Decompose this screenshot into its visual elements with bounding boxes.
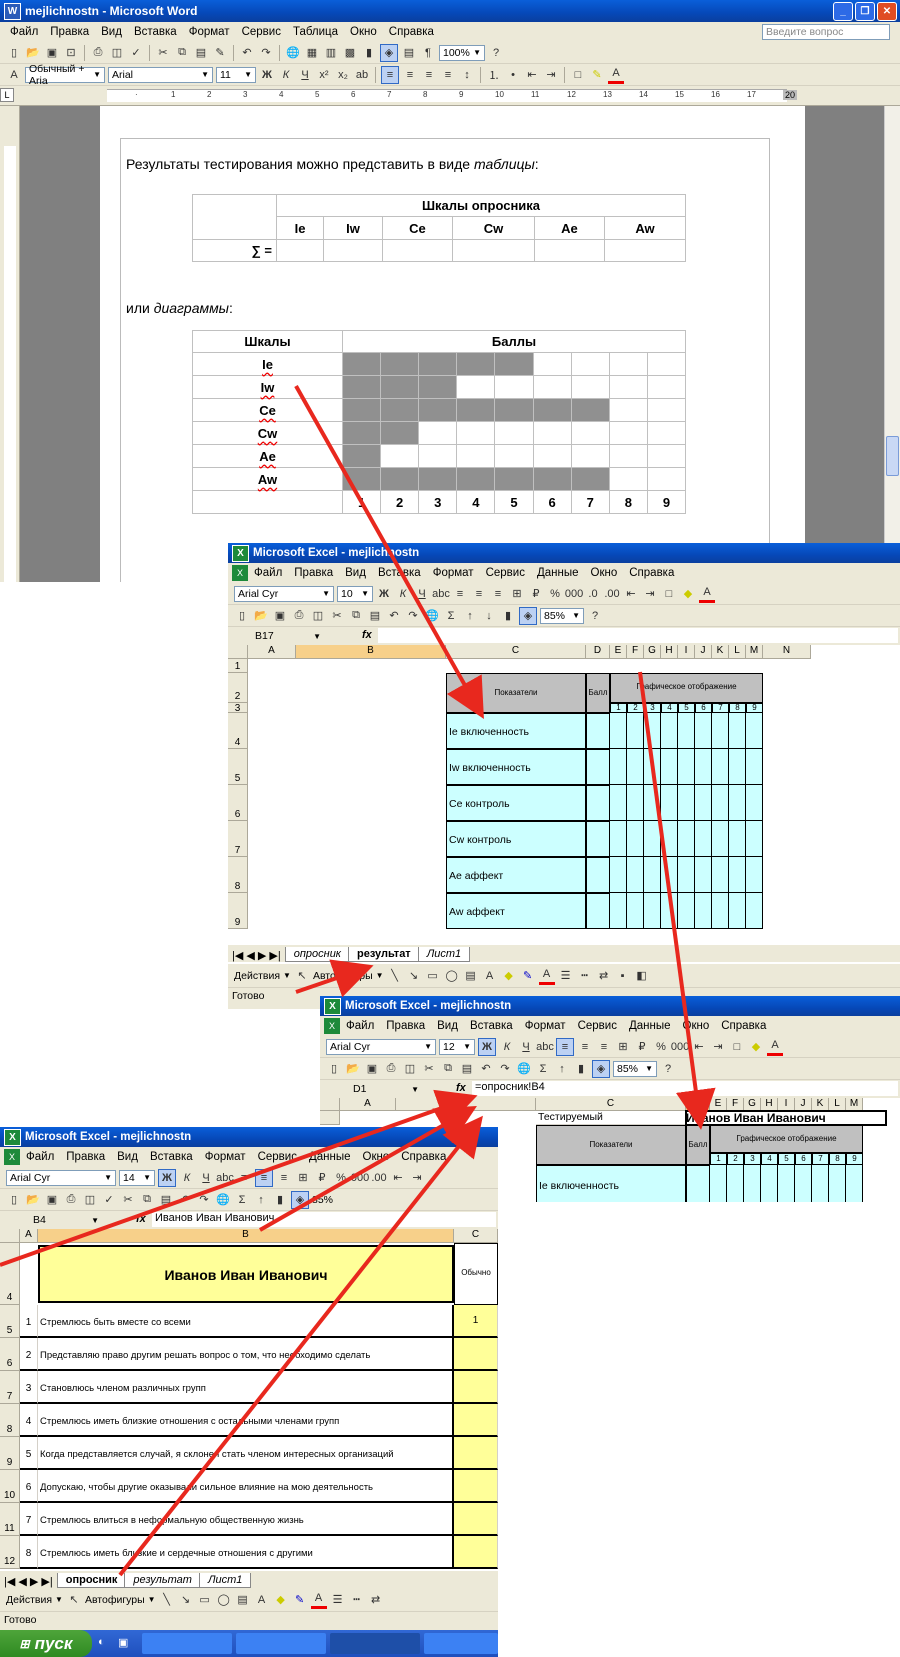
arrow-ie-to-excel: [294, 385, 484, 719]
arrow-graph-to-d1: [638, 671, 716, 1130]
arrow-b4-to-formula: [0, 1089, 478, 1267]
arrow-status-to-formula: [295, 959, 374, 998]
arrow-tab-to-formula: [118, 1115, 483, 1577]
annotation-arrows: [0, 385, 716, 1577]
